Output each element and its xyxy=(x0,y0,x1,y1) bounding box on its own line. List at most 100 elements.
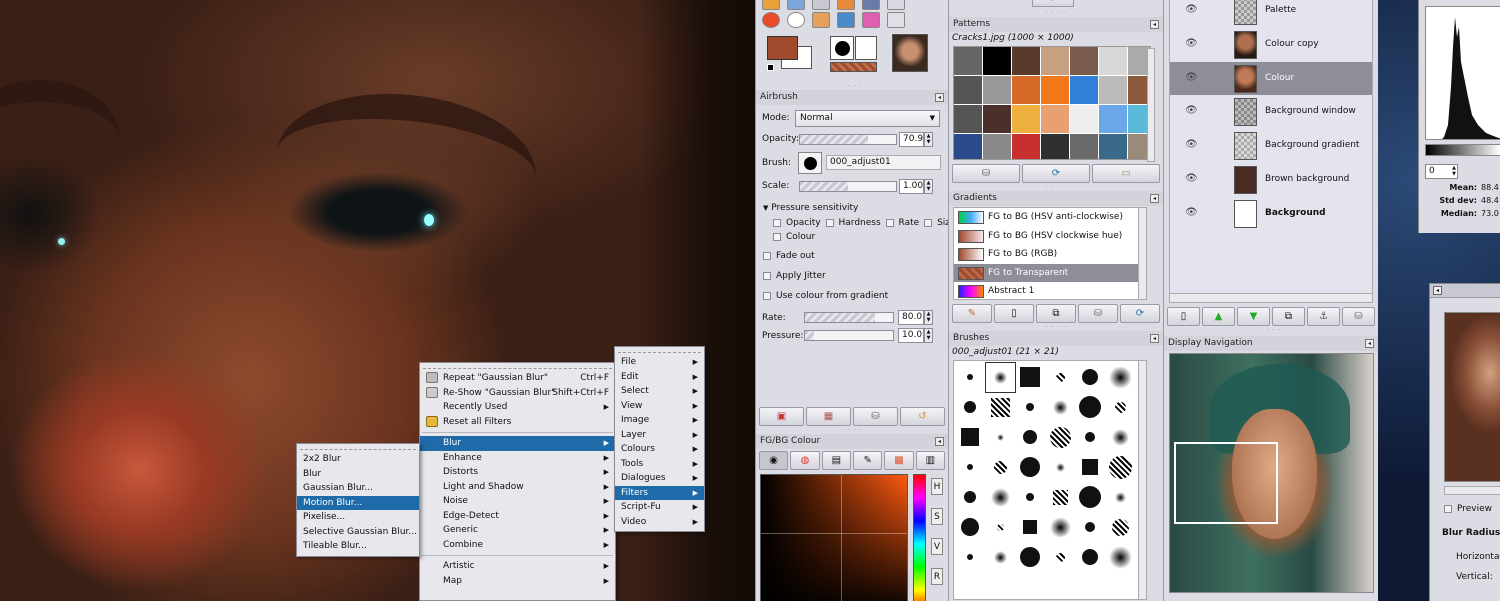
active-image-thumbnail[interactable] xyxy=(892,34,928,72)
menu-item-generic[interactable]: Generic ▶ xyxy=(420,523,615,538)
brush-thumbnail[interactable] xyxy=(956,513,985,542)
layer-row[interactable]: 👁 Background window xyxy=(1170,95,1372,129)
convolve-tool-icon[interactable] xyxy=(837,12,855,28)
menu-item-filters[interactable]: Filters ▶ xyxy=(615,485,704,500)
ps-hardness-checkbox[interactable] xyxy=(825,218,834,227)
window-menu-icon[interactable]: ◂ xyxy=(1433,286,1442,295)
gradient-item[interactable]: Abstract 1 xyxy=(954,282,1146,299)
delete-options-icon[interactable]: ⛁ xyxy=(853,407,898,426)
layer-row[interactable]: 👁 Palette xyxy=(1170,0,1372,28)
ps-rate-checkbox[interactable] xyxy=(885,218,894,227)
menu-item-reshow-gaussian-blur[interactable]: Re-Show "Gaussian Blur" Shift+Ctrl+F xyxy=(420,386,615,401)
menu-item-recently-used[interactable]: Recently Used ▶ xyxy=(420,400,615,415)
brush-thumbnail[interactable] xyxy=(1016,423,1045,452)
brush-thumbnail[interactable] xyxy=(1046,423,1075,452)
menu-item-noise[interactable]: Noise ▶ xyxy=(420,494,615,509)
rate-slider[interactable] xyxy=(804,312,894,323)
eye-icon[interactable]: 👁 xyxy=(1185,173,1198,184)
pattern-thumbnail[interactable] xyxy=(1041,47,1069,75)
menu-item-script-fu[interactable]: Script-Fu ▶ xyxy=(615,500,704,515)
tear-off-line[interactable] xyxy=(300,445,416,450)
pattern-thumbnail[interactable] xyxy=(1099,76,1127,104)
ps-colour-checkbox[interactable] xyxy=(773,232,781,241)
pressure-slider[interactable] xyxy=(804,330,894,341)
water-selector-icon[interactable]: ✎ xyxy=(852,451,883,470)
brush-thumbnail[interactable] xyxy=(1106,393,1135,422)
paintbrush-tool-icon[interactable] xyxy=(762,0,780,10)
new-layer-icon[interactable]: ▯ xyxy=(1167,307,1200,326)
pattern-thumbnail[interactable] xyxy=(1099,134,1127,159)
pattern-thumbnail[interactable] xyxy=(954,134,982,159)
eye-icon[interactable]: 👁 xyxy=(1185,4,1198,15)
pattern-thumbnail[interactable] xyxy=(983,76,1011,104)
brush-thumbnail[interactable] xyxy=(956,363,985,392)
menu-item-view[interactable]: View ▶ xyxy=(615,399,704,414)
menu-item-selective-gaussian-blur[interactable]: Selective Gaussian Blur... xyxy=(297,525,419,540)
pattern-thumbnail[interactable] xyxy=(1041,134,1069,159)
layer-row[interactable]: 👁 Background xyxy=(1170,197,1372,231)
pattern-thumbnail[interactable] xyxy=(1041,105,1069,133)
colour-picker-area[interactable]: H S V R xyxy=(756,472,948,601)
refresh-gradients-icon[interactable]: ⟳ xyxy=(1120,304,1160,323)
perspective-clone-icon[interactable] xyxy=(812,12,830,28)
menu-item-gaussian-blur[interactable]: Gaussian Blur... xyxy=(297,481,419,496)
refresh-patterns-icon[interactable]: ⟳ xyxy=(1022,164,1090,183)
delete-layer-icon[interactable]: ⛁ xyxy=(1342,307,1375,326)
layer-row[interactable]: 👁 Colour copy xyxy=(1170,28,1372,62)
menu-item-blur-plain[interactable]: Blur xyxy=(297,467,419,482)
menu-item-pixelise[interactable]: Pixelise... xyxy=(297,510,419,525)
brush-thumbnail[interactable] xyxy=(986,483,1015,512)
panel-menu-icon[interactable]: ◂ xyxy=(1150,334,1159,343)
channel-s-button[interactable]: S xyxy=(931,508,943,525)
brush-thumbnail[interactable] xyxy=(986,423,1015,452)
menu-item-file[interactable]: File ▶ xyxy=(615,355,704,370)
raise-layer-icon[interactable]: ▲ xyxy=(1202,307,1235,326)
palette-selector-icon[interactable]: ▩ xyxy=(884,451,914,470)
brush-thumbnail[interactable] xyxy=(1016,363,1045,392)
pattern-scrollbar[interactable] xyxy=(1147,48,1155,162)
layer-row-selected[interactable]: 👁 Colour xyxy=(1170,61,1372,96)
brush-thumbnail[interactable] xyxy=(1076,543,1105,572)
brush-thumbnail[interactable] xyxy=(1046,483,1075,512)
cmyk-selector-icon[interactable]: ▤ xyxy=(821,451,851,470)
blur-preview-image[interactable] xyxy=(1444,312,1500,482)
clone-tool-icon[interactable] xyxy=(862,0,880,10)
menu-item-edge-detect[interactable]: Edge-Detect ▶ xyxy=(420,509,615,524)
menu-item-colours[interactable]: Colours ▶ xyxy=(615,442,704,457)
channel-r-button[interactable]: R xyxy=(931,568,943,585)
menu-item-combine[interactable]: Combine ▶ xyxy=(420,538,615,553)
menu-item-reset-all-filters[interactable]: Reset all Filters xyxy=(420,415,615,430)
measure-tool-icon[interactable] xyxy=(887,12,905,28)
brush-thumbnail[interactable] xyxy=(1106,483,1135,512)
spin-buttons-icon[interactable]: ▲ ▼ xyxy=(1452,165,1456,177)
pattern-thumbnail[interactable] xyxy=(1099,105,1127,133)
pattern-thumbnail[interactable] xyxy=(983,105,1011,133)
menu-item-layer[interactable]: Layer ▶ xyxy=(615,428,704,443)
brush-thumbnail[interactable] xyxy=(1046,453,1075,482)
duplicate-layer-icon[interactable]: ⧉ xyxy=(1272,307,1305,326)
scale-spin[interactable]: 1.00 ▲ ▼ xyxy=(899,179,933,194)
gradient-item[interactable]: FG to BG (RGB) xyxy=(954,245,1146,264)
panel-menu-icon[interactable]: ◂ xyxy=(1150,20,1159,29)
menu-item-image[interactable]: Image ▶ xyxy=(615,413,704,428)
brush-thumbnail[interactable] xyxy=(1046,363,1075,392)
pattern-thumbnail[interactable] xyxy=(1041,76,1069,104)
brush-thumbnail[interactable] xyxy=(956,393,985,422)
new-gradient-icon[interactable]: ▯ xyxy=(994,304,1034,323)
pattern-thumbnail[interactable] xyxy=(1070,47,1098,75)
layer-row[interactable]: 👁 Background gradient xyxy=(1170,129,1372,163)
eye-icon[interactable]: 👁 xyxy=(1185,38,1198,49)
anchor-layer-icon[interactable]: ⚓ xyxy=(1307,307,1340,326)
eraser-tool-icon[interactable] xyxy=(787,0,805,10)
dodge-tool-icon[interactable] xyxy=(787,12,805,28)
default-colours-icon[interactable] xyxy=(767,64,774,71)
pattern-thumbnail[interactable] xyxy=(1070,134,1098,159)
preview-hscrollbar[interactable] xyxy=(1444,486,1500,495)
menu-item-tools[interactable]: Tools ▶ xyxy=(615,457,704,472)
airbrush-tool-icon[interactable] xyxy=(812,0,830,10)
brush-scrollbar[interactable] xyxy=(1138,361,1146,599)
menu-item-light-and-shadow[interactable]: Light and Shadow ▶ xyxy=(420,480,615,495)
duplicate-gradient-icon[interactable]: ⧉ xyxy=(1036,304,1076,323)
apply-jitter-checkbox[interactable] xyxy=(763,271,771,280)
panel-menu-icon[interactable]: ◂ xyxy=(935,93,944,102)
